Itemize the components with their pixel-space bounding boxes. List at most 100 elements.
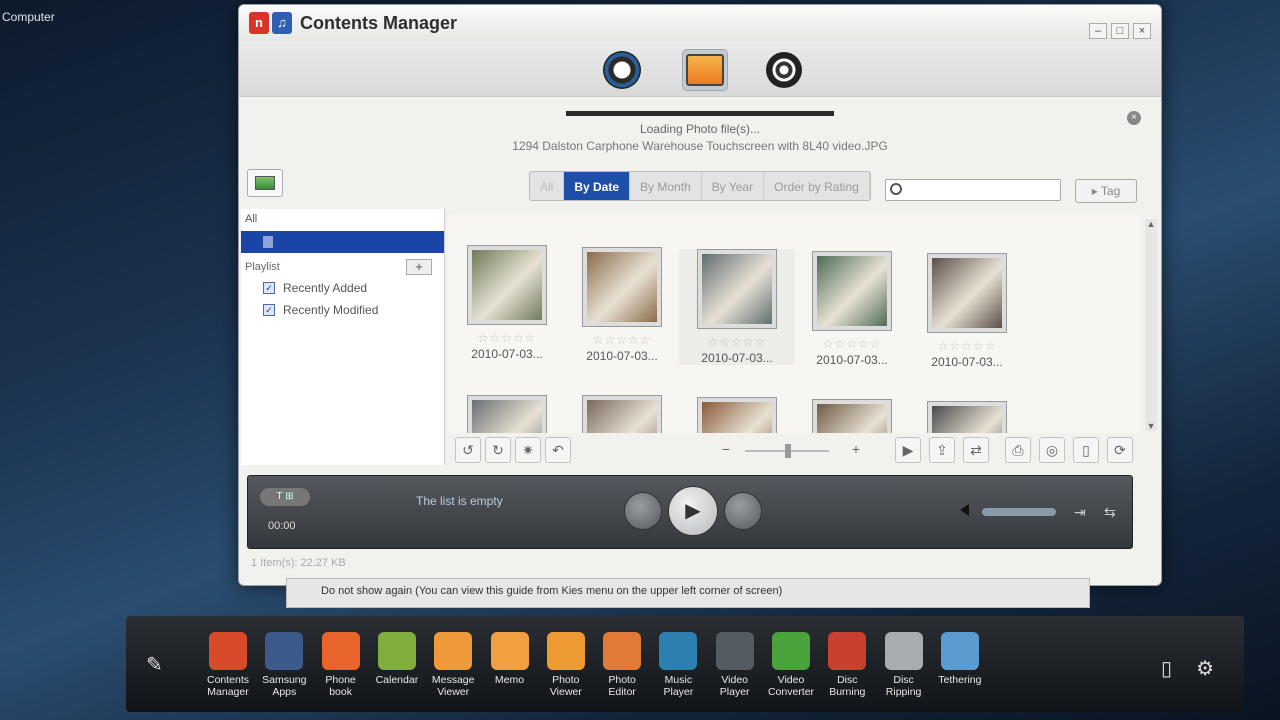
video-mode-button[interactable]	[761, 49, 807, 91]
minimize-button[interactable]: –	[1089, 23, 1107, 39]
search-input[interactable]	[906, 182, 1056, 198]
rating-stars[interactable]: ☆☆☆☆☆	[679, 335, 795, 349]
player-status: The list is empty	[416, 494, 503, 508]
music-player-icon	[659, 632, 698, 670]
dock-item-label: Phone book	[325, 674, 356, 698]
scroll-down-icon[interactable]: ▼	[1146, 421, 1156, 431]
sidebar-item-selected[interactable]	[241, 231, 444, 253]
desktop-computer-label[interactable]: Computer	[2, 10, 55, 24]
sidebar-item-recently-modified[interactable]: ✓ Recently Modified	[241, 299, 444, 321]
disc-burning-icon	[828, 632, 867, 670]
dock-item-music-player[interactable]: Music Player	[650, 632, 706, 698]
photo-thumbnail[interactable]: ☆☆☆☆☆ 2010-07-03...	[449, 245, 565, 361]
checkbox-recently-added[interactable]: ✓	[263, 282, 275, 294]
dock-item-message-viewer[interactable]: Message Viewer	[425, 632, 481, 698]
video-player-icon	[715, 632, 754, 670]
photo-thumbnail[interactable]	[564, 395, 680, 433]
tab-by-date[interactable]: By Date	[564, 172, 631, 200]
photo-image	[582, 395, 662, 433]
zoom-out-icon[interactable]: −	[713, 437, 739, 463]
photo-fill	[587, 252, 657, 322]
tab-all[interactable]: All	[530, 172, 565, 200]
dock-item-video-converter[interactable]: Video Converter	[763, 632, 819, 698]
import-photo-button[interactable]	[247, 169, 283, 197]
print-button[interactable]: ⎙	[1005, 437, 1031, 463]
grid-scrollbar[interactable]: ▲ ▼	[1145, 219, 1157, 431]
scroll-up-icon[interactable]: ▲	[1146, 219, 1156, 229]
dock-item-photo-editor[interactable]: Photo Editor	[594, 632, 650, 698]
close-loading-button[interactable]: ×	[1127, 111, 1141, 125]
zoom-in-icon[interactable]: +	[843, 437, 869, 463]
photo-thumbnail[interactable]	[794, 399, 910, 433]
photo-thumbnail[interactable]: ☆☆☆☆☆ 2010-07-03...	[679, 249, 795, 365]
rotate-left-button[interactable]: ↺	[455, 437, 481, 463]
photo-date: 2010-07-03...	[931, 355, 1003, 369]
photo-image	[697, 249, 777, 329]
rotate-right-button[interactable]: ↻	[485, 437, 511, 463]
tab-order-by-rating[interactable]: Order by Rating	[764, 172, 870, 200]
dock-item-calendar[interactable]: Calendar	[369, 632, 425, 686]
photo-image	[697, 397, 777, 433]
transfer-to-device-button[interactable]: ▯	[1073, 437, 1099, 463]
guide-notice[interactable]: Do not show again (You can view this gui…	[286, 578, 1090, 608]
shuffle-icon[interactable]: ⇆	[1104, 504, 1116, 521]
zoom-slider-thumb[interactable]	[785, 444, 791, 458]
rating-stars[interactable]: ☆☆☆☆☆	[564, 333, 680, 347]
slideshow-button[interactable]: ▶	[895, 437, 921, 463]
repeat-icon[interactable]: ⇥	[1074, 504, 1086, 521]
title-bar: n ♫ Contents Manager – □ ×	[239, 5, 1161, 41]
player-mode-badge[interactable]: T ⊞	[260, 488, 310, 506]
map-button[interactable]: ◎	[1039, 437, 1065, 463]
undo-button[interactable]: ↶	[545, 437, 571, 463]
dock-item-disc-ripping[interactable]: Disc Ripping	[876, 632, 932, 698]
dock-item-photo-viewer[interactable]: Photo Viewer	[538, 632, 594, 698]
edit-dock-icon[interactable]: ✎	[146, 652, 163, 677]
share-button[interactable]: ⇪	[929, 437, 955, 463]
photo-thumbnail[interactable]: ☆☆☆☆☆ 2010-07-03...	[564, 247, 680, 363]
photo-fill	[932, 258, 1002, 328]
photo-fill	[472, 400, 542, 433]
volume-icon[interactable]	[960, 504, 969, 516]
photo-thumbnail[interactable]: ☆☆☆☆☆ 2010-07-03...	[794, 251, 910, 367]
dock-item-samsung-apps[interactable]: Samsung Apps	[256, 632, 312, 698]
dock-item-label: Tethering	[938, 674, 982, 686]
dock-item-contents-manager[interactable]: Contents Manager	[200, 632, 256, 698]
tab-by-month[interactable]: By Month	[630, 172, 702, 200]
photo-thumbnail[interactable]	[909, 401, 1025, 433]
tab-by-year[interactable]: By Year	[702, 172, 765, 200]
photo-thumbnail[interactable]: ☆☆☆☆☆ 2010-07-03...	[909, 253, 1025, 369]
dock-item-disc-burning[interactable]: Disc Burning	[819, 632, 875, 698]
dock-item-memo[interactable]: Memo	[482, 632, 538, 686]
settings-gear-icon[interactable]: ⚙	[1196, 656, 1214, 681]
dock-item-phone-book[interactable]: Phone book	[313, 632, 369, 698]
photo-fill	[472, 250, 542, 320]
photo-thumbnail[interactable]	[449, 395, 565, 433]
tag-button[interactable]: ▸ Tag	[1075, 179, 1137, 203]
rating-stars[interactable]: ☆☆☆☆☆	[909, 339, 1025, 353]
music-note-icon: ♫	[272, 12, 292, 34]
photo-thumbnail[interactable]	[679, 397, 795, 433]
loading-filename: 1294 Dalston Carphone Warehouse Touchscr…	[512, 139, 888, 153]
rating-stars[interactable]: ☆☆☆☆☆	[449, 331, 565, 345]
close-button[interactable]: ×	[1133, 23, 1151, 39]
checkbox-recently-modified[interactable]: ✓	[263, 304, 275, 316]
play-button[interactable]: ▶	[668, 486, 718, 536]
sidebar-item-all[interactable]: All	[241, 209, 444, 229]
photo-image	[467, 395, 547, 433]
next-button[interactable]	[724, 492, 762, 530]
send-button[interactable]: ⇄	[963, 437, 989, 463]
dock-item-tethering[interactable]: Tethering	[932, 632, 988, 686]
dock-item-video-player[interactable]: Video Player	[707, 632, 763, 698]
sidebar-item-recently-added[interactable]: ✓ Recently Added	[241, 277, 444, 299]
add-playlist-button[interactable]: +	[406, 259, 432, 275]
sync-button[interactable]: ⟳	[1107, 437, 1133, 463]
rating-stars[interactable]: ☆☆☆☆☆	[794, 337, 910, 351]
volume-slider[interactable]	[982, 508, 1056, 516]
previous-button[interactable]	[624, 492, 662, 530]
music-mode-button[interactable]	[599, 49, 645, 91]
device-icon[interactable]: ▯	[1161, 656, 1172, 681]
brightness-button[interactable]: ✷	[515, 437, 541, 463]
photo-mode-button[interactable]	[682, 49, 728, 91]
maximize-button[interactable]: □	[1111, 23, 1129, 39]
phone-book-icon	[321, 632, 360, 670]
